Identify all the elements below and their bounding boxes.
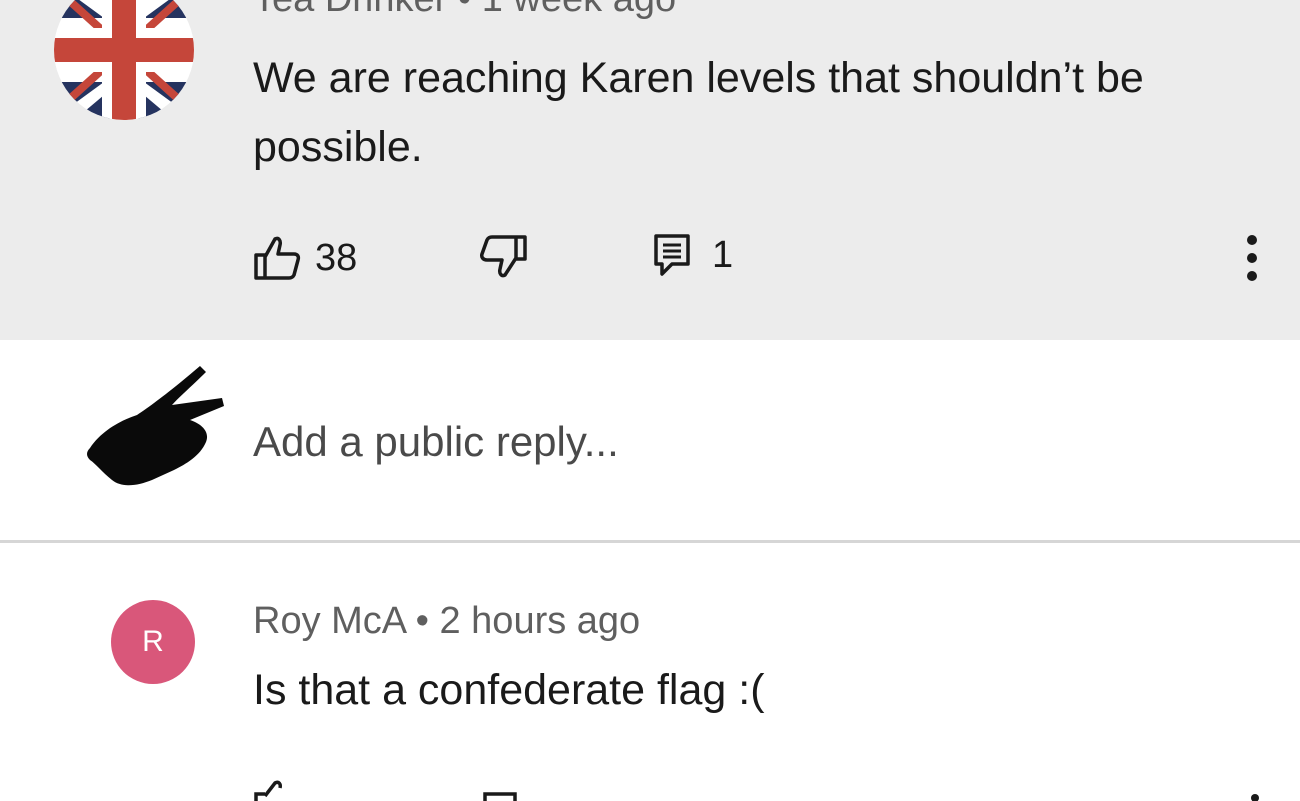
public-reply-input[interactable] [253, 412, 1153, 472]
meta-separator: • [415, 600, 429, 642]
comment-time[interactable]: 2 hours ago [439, 600, 640, 642]
divider [0, 540, 1300, 543]
thumbs-up-icon [254, 236, 301, 280]
comment-actions-row [254, 780, 1259, 801]
comment-text: Is that a confederate flag :( [253, 666, 765, 714]
thumbs-up-icon[interactable] [254, 780, 282, 801]
comment-meta: Roy McA • 2 hours ago [253, 600, 640, 643]
like-count: 38 [315, 236, 358, 279]
thumbs-down-icon [480, 235, 527, 278]
avatar[interactable]: R [111, 600, 195, 684]
comment-meta: Tea Drinker • 1 week ago [253, 0, 676, 21]
dislike-button[interactable] [478, 234, 528, 280]
like-button[interactable]: 38 [253, 228, 357, 288]
more-vert-icon[interactable] [1251, 794, 1259, 801]
comment-author[interactable]: Tea Drinker [253, 0, 447, 20]
union-jack-flag-icon[interactable] [52, 0, 196, 122]
reply-icon [654, 234, 690, 276]
comment-time[interactable]: 1 week ago [482, 0, 676, 20]
comment-author[interactable]: Roy McA [253, 600, 405, 642]
meta-separator: • [458, 0, 471, 20]
reply-count: 1 [712, 233, 734, 276]
thumbs-down-icon[interactable] [483, 792, 517, 801]
comment-text: We are reaching Karen levels that should… [253, 54, 1144, 171]
redacted-avatar [87, 366, 224, 486]
reply-button[interactable]: 1 [652, 232, 733, 278]
more-vert-icon[interactable] [1232, 232, 1272, 288]
